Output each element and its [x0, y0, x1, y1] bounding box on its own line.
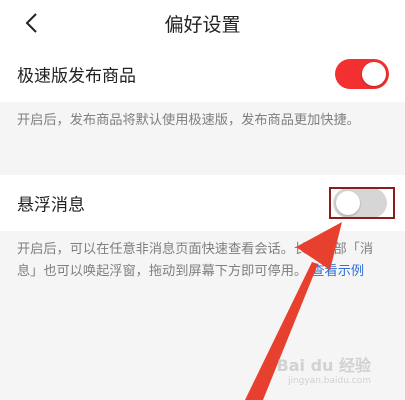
view-example-link[interactable]: 查看示例: [311, 264, 364, 279]
highlight-box: [329, 187, 395, 219]
setting-description-fast-publish: 开启后，发布商品将默认使用极速版，发布商品更加快捷。: [0, 102, 405, 175]
watermark: Bai du 经验 jingyan.baidu.com: [277, 352, 371, 386]
fast-publish-toggle[interactable]: [335, 59, 389, 89]
toggle-knob: [362, 62, 386, 86]
setting-row-fast-publish: 极速版发布商品: [0, 46, 405, 102]
setting-label-floating-message: 悬浮消息: [17, 195, 85, 216]
watermark-site: jingyan.baidu.com: [287, 376, 371, 386]
setting-label-fast-publish: 极速版发布商品: [17, 66, 136, 87]
nav-bar: 偏好设置: [0, 0, 405, 46]
watermark-brand: Bai du 经验: [276, 356, 371, 375]
setting-description-floating-message: 开启后，可以在任意非消息页面快速查看会话。长按底部「消息」也可以唤起浮窗，拖动到…: [0, 231, 405, 289]
page-title: 偏好设置: [164, 14, 241, 36]
setting-row-floating-message: 悬浮消息: [0, 175, 405, 231]
